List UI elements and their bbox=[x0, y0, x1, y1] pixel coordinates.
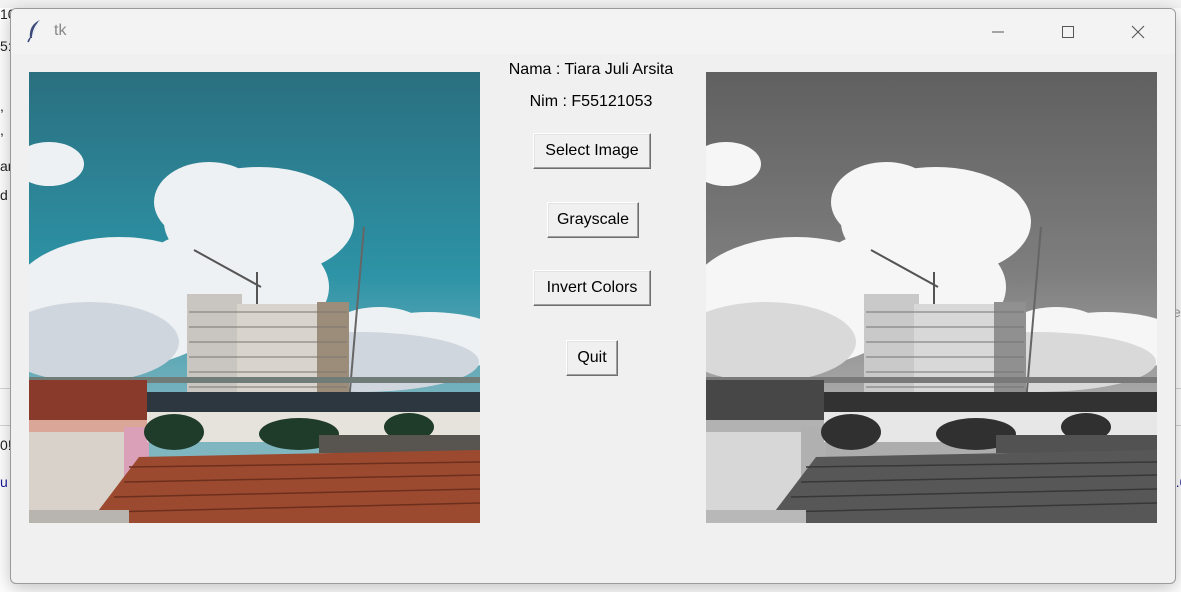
grayscale-button[interactable]: Grayscale bbox=[547, 202, 639, 238]
nim-label: Nim : F55121053 bbox=[529, 93, 653, 110]
feather-icon bbox=[27, 20, 40, 43]
tk-window: tk Nama: Tiara Juli Arsita Nim: F55121… bbox=[10, 8, 1176, 584]
invert-colors-button[interactable]: Invert Colors bbox=[533, 270, 651, 306]
close-button[interactable] bbox=[1103, 9, 1173, 54]
window-title: tk bbox=[54, 22, 67, 39]
background-text: u bbox=[0, 474, 8, 490]
maximize-button[interactable] bbox=[1033, 9, 1103, 54]
select-image-button[interactable]: Select Image bbox=[533, 133, 651, 169]
processed-image bbox=[706, 72, 1157, 523]
title-bar[interactable]: tk bbox=[11, 9, 1175, 54]
close-icon bbox=[1131, 25, 1145, 38]
minimize-icon bbox=[992, 31, 1004, 32]
maximize-icon bbox=[1062, 25, 1074, 38]
quit-button[interactable]: Quit bbox=[566, 340, 618, 376]
nama-label: Nama : Tiara Juli Arsita bbox=[508, 61, 674, 78]
original-image bbox=[29, 72, 480, 523]
background-text: d bbox=[0, 187, 8, 203]
background-strip bbox=[0, 0, 1181, 8]
background-text: , bbox=[0, 98, 4, 114]
background-text: , bbox=[0, 122, 4, 138]
minimize-button[interactable] bbox=[963, 9, 1033, 54]
